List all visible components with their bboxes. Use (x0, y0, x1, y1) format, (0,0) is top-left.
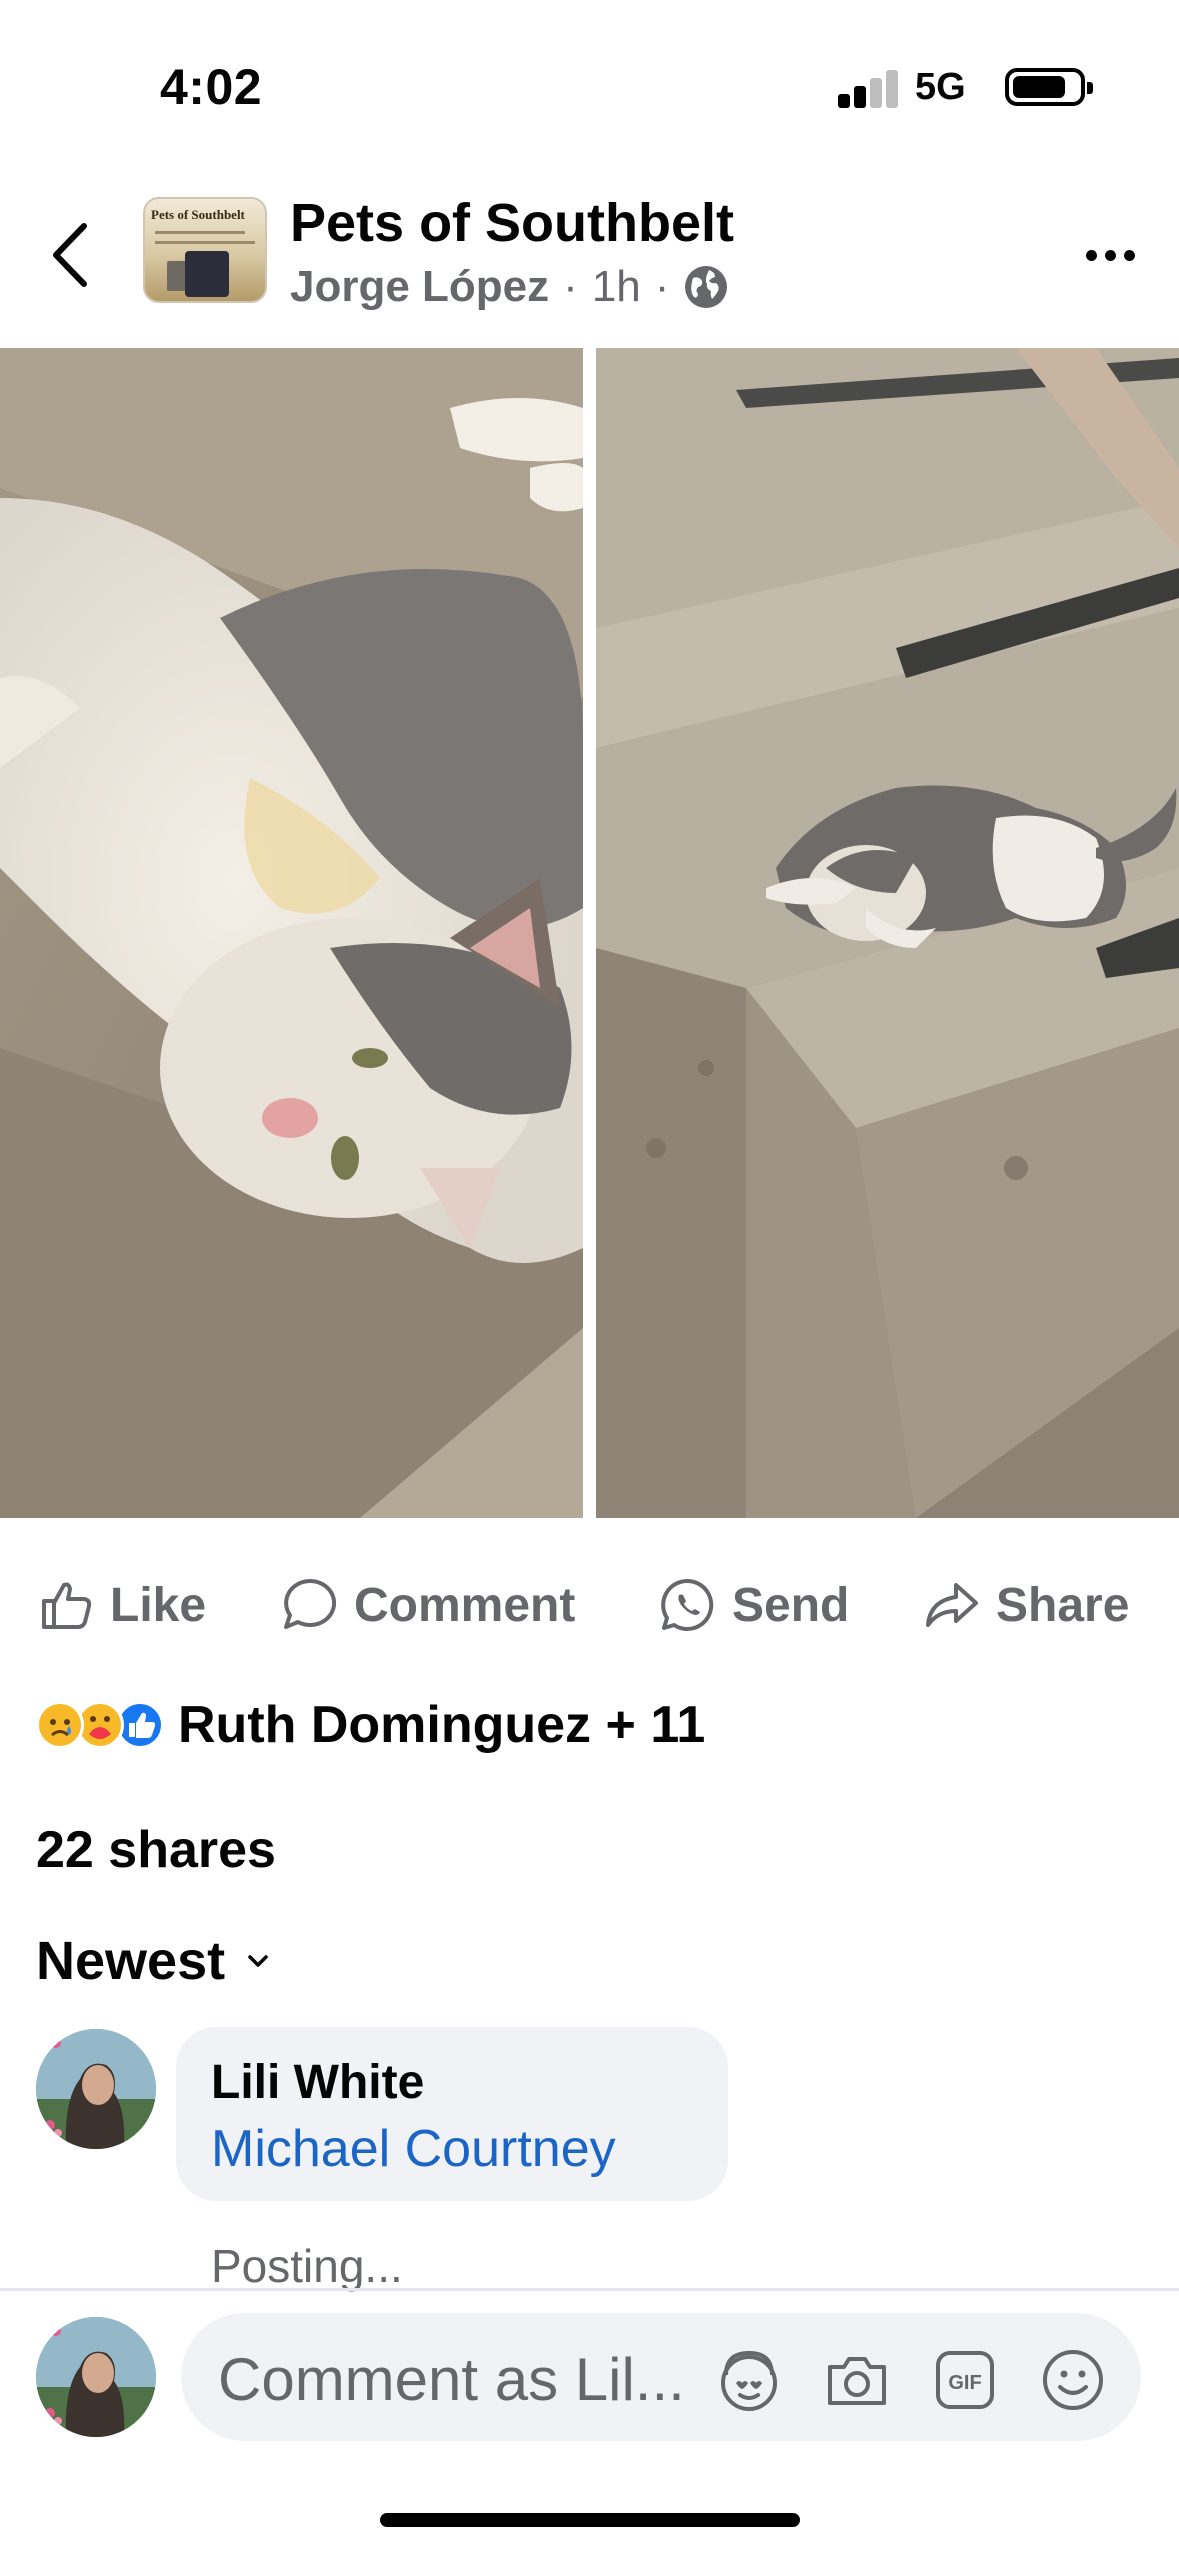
battery-icon (1005, 68, 1093, 106)
share-button[interactable]: Share (922, 1560, 1129, 1650)
home-indicator[interactable] (380, 2513, 800, 2527)
comment-composer: Comment as Lil... GIF (0, 2295, 1179, 2495)
avatar-sticker-icon[interactable] (714, 2345, 784, 2415)
comment-input-placeholder[interactable]: Comment as Lil... (218, 2345, 685, 2414)
signal-icon (838, 64, 898, 108)
more-options-button[interactable] (1070, 230, 1150, 280)
gif-icon[interactable]: GIF (930, 2345, 1000, 2415)
reactions-text: Ruth Dominguez + 11 (178, 1696, 706, 1754)
author-name[interactable]: Jorge López (290, 262, 549, 312)
comment-mention[interactable]: Michael Courtney (211, 2119, 616, 2179)
meta-separator: · (563, 262, 578, 311)
post-meta: Jorge López · 1h · (290, 262, 729, 312)
globe-icon (685, 266, 728, 308)
avatar[interactable] (36, 2029, 156, 2149)
shares-count[interactable]: 22 shares (36, 1820, 276, 1880)
send-label: Send (732, 1578, 850, 1632)
whatsapp-icon (661, 1578, 714, 1631)
chevron-left-icon (53, 223, 87, 287)
divider (0, 2288, 1179, 2291)
meta-separator: · (654, 262, 670, 311)
chevron-down-icon (248, 1955, 268, 1967)
group-avatar-text: Pets of Southbelt (151, 207, 245, 222)
sort-label: Newest (36, 1931, 226, 1991)
comment-status: Posting... (211, 2240, 403, 2292)
post-photo-1[interactable] (0, 348, 583, 1518)
cat-lying-photo (0, 348, 583, 1518)
network-label: 5G (915, 66, 966, 108)
comment-label: Comment (354, 1578, 576, 1632)
post-photo-2[interactable] (596, 348, 1179, 1518)
more-dot (1085, 249, 1097, 261)
more-dot (1123, 249, 1135, 261)
sad-reaction-icon (36, 1701, 84, 1749)
comment-author[interactable]: Lili White (211, 2055, 424, 2110)
reactions-summary[interactable]: Ruth Dominguez + 11 (36, 1690, 705, 1760)
post-age[interactable]: 1h (592, 262, 641, 312)
like-label: Like (110, 1578, 207, 1632)
like-button[interactable]: Like (36, 1560, 206, 1650)
back-button[interactable] (30, 210, 110, 300)
more-dot (1104, 249, 1116, 261)
share-label: Share (996, 1578, 1130, 1632)
post-photos (0, 348, 1179, 1518)
avatar (36, 2317, 156, 2437)
action-bar: Like Comment Send Share (0, 1560, 1179, 1650)
cat-on-steps-photo (596, 348, 1179, 1518)
emoji-icon[interactable] (1038, 2345, 1108, 2415)
thumbs-up-icon (42, 1582, 92, 1629)
comment-sort-dropdown[interactable]: Newest (36, 1930, 269, 1992)
comment-button[interactable]: Comment (280, 1560, 575, 1650)
svg-text:GIF: GIF (948, 2372, 981, 2394)
group-name[interactable]: Pets of Southbelt (290, 192, 734, 254)
status-time: 4:02 (160, 59, 263, 115)
status-bar: 4:02 5G (0, 0, 1179, 170)
comment-icon (284, 1578, 337, 1629)
camera-icon[interactable] (822, 2345, 892, 2415)
send-button[interactable]: Send (658, 1560, 849, 1650)
group-avatar[interactable]: Pets of Southbelt (143, 197, 267, 303)
post-header: Pets of Southbelt Pets of Southbelt Jorg… (0, 180, 1179, 350)
share-icon (926, 1583, 978, 1627)
